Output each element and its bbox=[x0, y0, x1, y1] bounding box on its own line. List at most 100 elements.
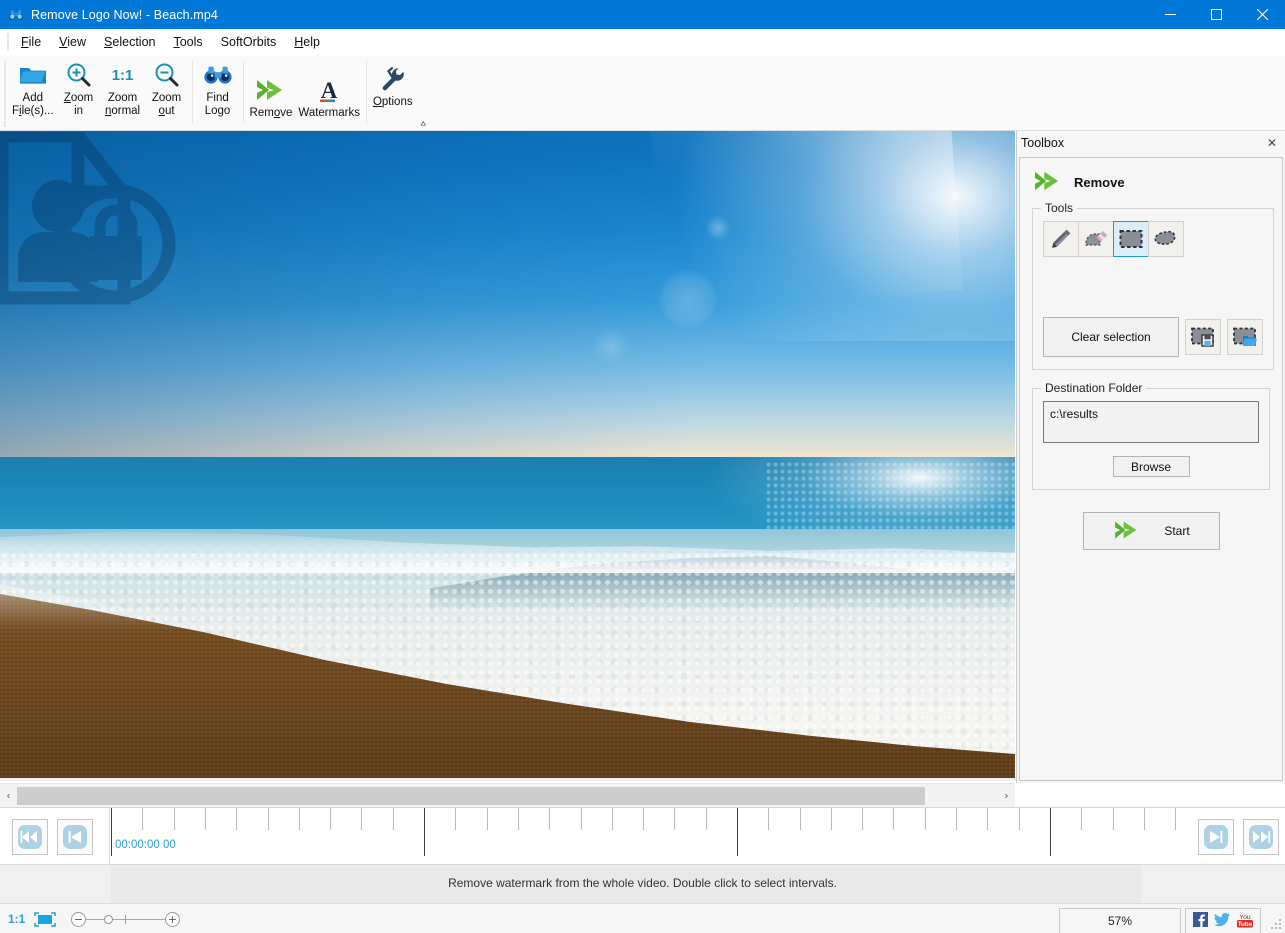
scroll-left-arrow-icon[interactable]: ‹ bbox=[0, 784, 17, 808]
ruler-major-tick bbox=[424, 808, 425, 856]
rewind-to-start-button[interactable] bbox=[12, 819, 48, 855]
skip-back-icon bbox=[62, 824, 88, 850]
ruler-minor-tick bbox=[142, 808, 143, 830]
zoom-in-button[interactable]: Zoomin bbox=[57, 56, 101, 117]
add-files-button[interactable]: AddFile(s)... bbox=[9, 56, 57, 117]
browse-button[interactable]: Browse bbox=[1113, 456, 1190, 477]
toolbox-body: Remove Tools bbox=[1019, 157, 1283, 781]
toolbox-title: Toolbox bbox=[1021, 136, 1064, 150]
close-button[interactable] bbox=[1239, 0, 1285, 29]
timeline[interactable]: 00:00:00 00 bbox=[0, 807, 1285, 865]
twitter-icon[interactable] bbox=[1214, 913, 1230, 930]
menu-softorbits[interactable]: SoftOrbits bbox=[212, 31, 286, 53]
next-frame-button[interactable] bbox=[1198, 819, 1234, 855]
window-resize-grip[interactable] bbox=[1268, 916, 1282, 930]
ruler-minor-tick bbox=[612, 808, 613, 830]
letter-a-icon: A bbox=[315, 75, 343, 105]
previous-frame-button[interactable] bbox=[57, 819, 93, 855]
canvas-horizontal-scrollbar[interactable]: ‹ › bbox=[0, 783, 1015, 807]
scroll-right-arrow-icon[interactable]: › bbox=[998, 784, 1015, 808]
ruler-minor-tick bbox=[862, 808, 863, 830]
pencil-tool-button[interactable] bbox=[1043, 221, 1079, 257]
options-label: Options bbox=[373, 96, 413, 109]
zoom-percent-label: 57% bbox=[1108, 914, 1132, 928]
open-folder-icon bbox=[18, 60, 48, 90]
remove-button[interactable]: Remove bbox=[247, 67, 296, 120]
ruler-minor-tick bbox=[893, 808, 894, 830]
pencil-icon bbox=[1049, 227, 1073, 251]
load-selection-button[interactable] bbox=[1227, 319, 1263, 355]
menu-view[interactable]: View bbox=[50, 31, 95, 53]
destination-path-input[interactable] bbox=[1043, 401, 1259, 443]
menu-help[interactable]: Help bbox=[285, 31, 329, 53]
ribbon-expand-icon[interactable]: ⩟ bbox=[421, 119, 426, 128]
ribbon-drag-handle[interactable] bbox=[0, 56, 9, 131]
beach-video-frame bbox=[0, 131, 1015, 778]
binoculars-icon bbox=[203, 60, 233, 90]
zoom-normal-button[interactable]: 1:1 Zoomnormal bbox=[101, 56, 145, 117]
ruler-minor-tick bbox=[299, 808, 300, 830]
destination-folder-legend: Destination Folder bbox=[1041, 381, 1146, 395]
video-preview-canvas[interactable] bbox=[0, 131, 1015, 781]
ruler-minor-tick bbox=[1113, 808, 1114, 830]
selection-actions-row: Clear selection bbox=[1043, 317, 1263, 357]
lasso-tool-button[interactable] bbox=[1148, 221, 1184, 257]
forward-to-end-button[interactable] bbox=[1243, 819, 1279, 855]
interval-bar[interactable]: Remove watermark from the whole video. D… bbox=[0, 865, 1285, 903]
ruler-minor-tick bbox=[706, 808, 707, 830]
zoom-ratio-label[interactable]: 1:1 bbox=[8, 912, 25, 926]
save-selection-button[interactable] bbox=[1185, 319, 1221, 355]
zoom-out-stepper[interactable]: − bbox=[71, 912, 86, 927]
menu-tools[interactable]: Tools bbox=[164, 31, 211, 53]
ruler-minor-tick bbox=[1019, 808, 1020, 830]
eraser-icon bbox=[1083, 227, 1109, 251]
facebook-icon[interactable] bbox=[1193, 912, 1208, 930]
rectangle-select-tool-button[interactable] bbox=[1113, 221, 1149, 257]
svg-text:Tube: Tube bbox=[1237, 921, 1252, 928]
clear-selection-button[interactable]: Clear selection bbox=[1043, 317, 1179, 357]
scrollbar-track[interactable] bbox=[17, 784, 998, 808]
watermarks-button[interactable]: A Watermarks bbox=[295, 67, 363, 120]
browse-row: Browse bbox=[1043, 456, 1259, 477]
zoom-percent-panel: 57% bbox=[1059, 908, 1181, 933]
start-button[interactable]: Start bbox=[1083, 512, 1220, 550]
scrollbar-thumb[interactable] bbox=[17, 787, 925, 805]
menu-bar: FFileile View Selection Tools SoftOrbits… bbox=[0, 29, 1285, 56]
timecode-label: 00:00:00 00 bbox=[115, 839, 176, 851]
ruler-minor-tick bbox=[1081, 808, 1082, 830]
youtube-icon[interactable]: You Tube bbox=[1236, 912, 1254, 931]
ruler-minor-tick bbox=[549, 808, 550, 830]
ribbon-separator-2 bbox=[243, 61, 244, 123]
lens-flare-c bbox=[705, 215, 731, 241]
binoculars-icon bbox=[8, 7, 24, 23]
start-button-label: Start bbox=[1164, 524, 1189, 538]
minimize-button[interactable] bbox=[1147, 0, 1193, 29]
timeline-ruler[interactable]: 00:00:00 00 bbox=[111, 808, 1285, 865]
lens-flare-b bbox=[592, 327, 630, 365]
title-bar: Remove Logo Now! - Beach.mp4 bbox=[0, 0, 1285, 29]
save-selection-icon bbox=[1190, 326, 1216, 348]
eraser-tool-button[interactable] bbox=[1078, 221, 1114, 257]
find-logo-button[interactable]: FindLogo bbox=[196, 56, 240, 117]
ruler-major-tick bbox=[1050, 808, 1051, 856]
tools-group: Tools bbox=[1032, 208, 1274, 370]
transport-controls-right bbox=[1198, 808, 1279, 865]
watermarks-label: Watermarks bbox=[298, 107, 360, 120]
magnifier-minus-icon bbox=[153, 60, 181, 90]
options-button[interactable]: Options bbox=[370, 56, 416, 109]
zoom-out-button[interactable]: Zoomout bbox=[145, 56, 189, 117]
timeline-playhead[interactable] bbox=[111, 808, 112, 856]
window-controls bbox=[1147, 0, 1285, 29]
toolbox-mode-row: Remove bbox=[1020, 158, 1282, 204]
menu-selection[interactable]: Selection bbox=[95, 31, 164, 53]
maximize-button[interactable] bbox=[1193, 0, 1239, 29]
menu-file[interactable]: FFileile bbox=[12, 31, 50, 53]
ruler-major-tick bbox=[737, 808, 738, 856]
fit-to-screen-icon[interactable] bbox=[34, 912, 56, 927]
toolbox-close-button[interactable]: ✕ bbox=[1263, 134, 1281, 152]
zoom-slider-knob[interactable] bbox=[104, 915, 113, 924]
transport-controls-left bbox=[0, 808, 110, 865]
menu-drag-handle[interactable] bbox=[3, 32, 12, 52]
status-bar: 1:1 − + 57% bbox=[0, 903, 1285, 933]
zoom-in-stepper[interactable]: + bbox=[165, 912, 180, 927]
